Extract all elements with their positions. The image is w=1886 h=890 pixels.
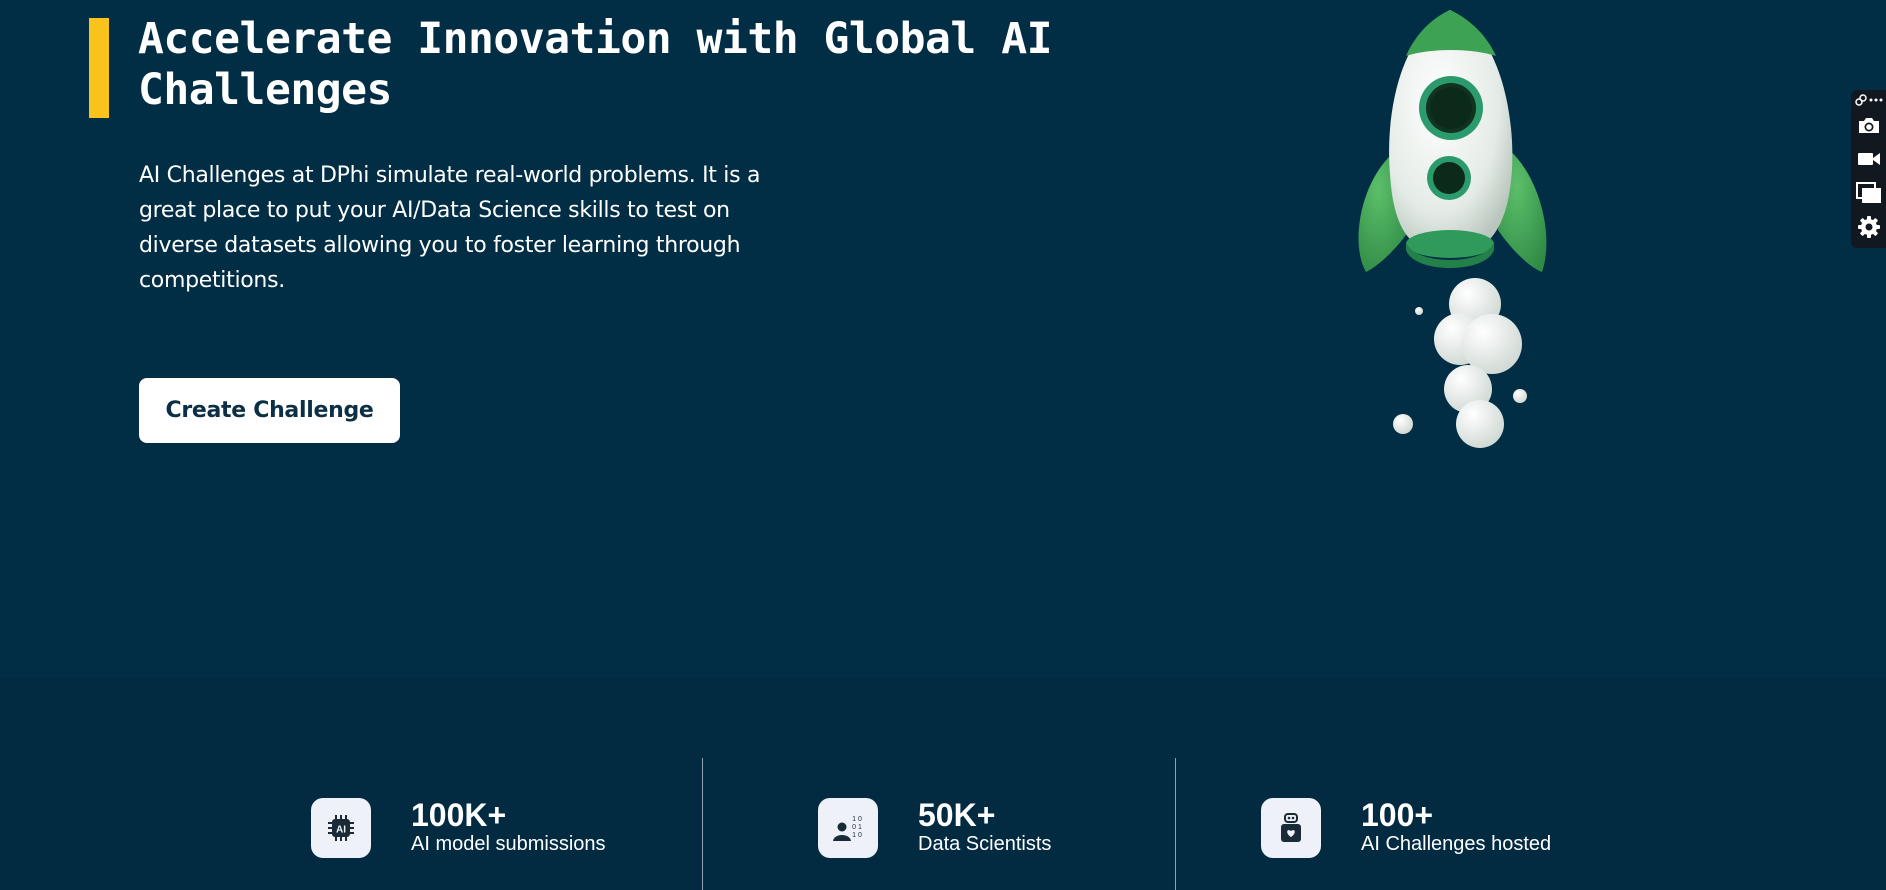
link-icon[interactable] [1855, 94, 1867, 106]
stat-label: AI Challenges hosted [1361, 833, 1552, 855]
title-accent-bar [89, 18, 109, 118]
create-challenge-button[interactable]: Create Challenge [139, 378, 400, 443]
hero-section: Accelerate Innovation with Global AI Cha… [0, 0, 1886, 678]
gear-icon[interactable] [1856, 214, 1882, 240]
stat-value: 100+ [1361, 797, 1434, 833]
svg-text:1 0: 1 0 [852, 832, 862, 839]
video-icon[interactable] [1856, 146, 1882, 172]
hero-title: Accelerate Innovation with Global AI Cha… [138, 14, 1052, 115]
floating-toolbar [1851, 90, 1886, 248]
hero-description: AI Challenges at DPhi simulate real-worl… [139, 163, 761, 293]
robot-icon [1261, 798, 1321, 858]
ai-chip-icon: AI [311, 798, 371, 858]
stat-value: 50K+ [918, 797, 996, 833]
data-scientist-icon: 1 0 0 1 1 0 [818, 798, 878, 858]
stats-section: AI 100K+ AI model submissions 1 0 0 1 1 … [0, 678, 1886, 890]
stats-divider [1175, 758, 1176, 890]
window-icon[interactable] [1856, 180, 1882, 206]
svg-text:0 1: 0 1 [852, 824, 862, 831]
svg-text:1 0: 1 0 [852, 816, 862, 823]
camera-icon[interactable] [1856, 112, 1882, 138]
more-icon[interactable] [1869, 97, 1883, 103]
stat-label: AI model submissions [411, 833, 606, 855]
stats-divider [702, 758, 703, 890]
rocket-illustration [1358, 10, 1547, 448]
stat-value: 100K+ [411, 797, 507, 833]
svg-text:AI: AI [336, 825, 346, 836]
stat-label: Data Scientists [918, 833, 1052, 855]
toolbar-header [1855, 93, 1883, 107]
